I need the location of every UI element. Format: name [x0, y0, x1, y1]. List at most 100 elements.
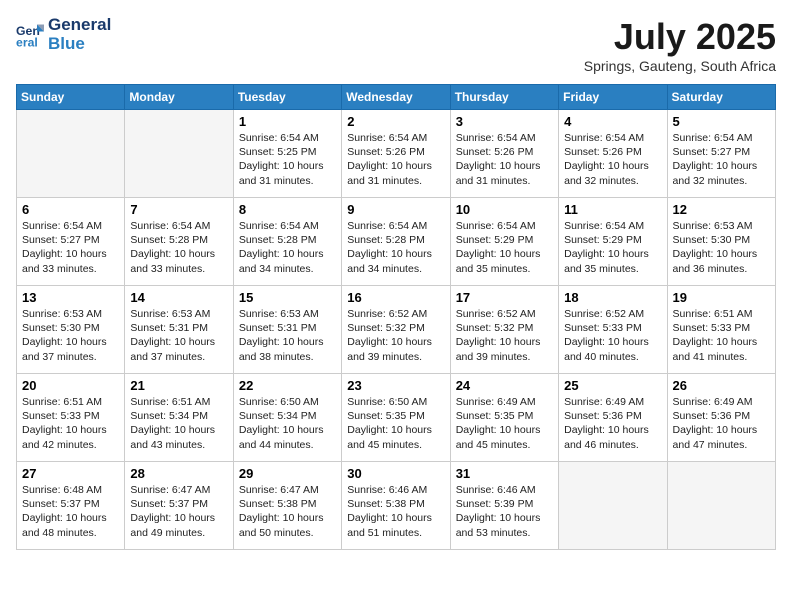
day-number: 13 — [22, 290, 119, 305]
calendar-cell: 19 Sunrise: 6:51 AMSunset: 5:33 PMDayligh… — [667, 286, 775, 374]
cell-info: Sunrise: 6:54 AMSunset: 5:27 PMDaylight:… — [673, 131, 770, 188]
day-number: 18 — [564, 290, 661, 305]
cell-info: Sunrise: 6:54 AMSunset: 5:26 PMDaylight:… — [347, 131, 444, 188]
cell-info: Sunrise: 6:54 AMSunset: 5:27 PMDaylight:… — [22, 219, 119, 276]
cell-info: Sunrise: 6:46 AMSunset: 5:38 PMDaylight:… — [347, 483, 444, 540]
week-row-1: 1Sunrise: 6:54 AMSunset: 5:25 PMDaylight… — [17, 110, 776, 198]
day-number: 9 — [347, 202, 444, 217]
day-number: 23 — [347, 378, 444, 393]
day-number: 11 — [564, 202, 661, 217]
cell-info: Sunrise: 6:46 AMSunset: 5:39 PMDaylight:… — [456, 483, 553, 540]
day-number: 12 — [673, 202, 770, 217]
day-number: 31 — [456, 466, 553, 481]
cell-info: Sunrise: 6:54 AMSunset: 5:28 PMDaylight:… — [239, 219, 336, 276]
calendar-cell: 30Sunrise: 6:46 AMSunset: 5:38 PMDayligh… — [342, 462, 450, 550]
logo-line2: Blue — [48, 35, 111, 54]
cell-info: Sunrise: 6:54 AMSunset: 5:25 PMDaylight:… — [239, 131, 336, 188]
cell-info: Sunrise: 6:52 AMSunset: 5:32 PMDaylight:… — [347, 307, 444, 364]
day-number: 15 — [239, 290, 336, 305]
cell-info: Sunrise: 6:51 AMSunset: 5:34 PMDaylight:… — [130, 395, 227, 452]
cell-info: Sunrise: 6:49 AMSunset: 5:36 PMDaylight:… — [564, 395, 661, 452]
calendar-cell: 9Sunrise: 6:54 AMSunset: 5:28 PMDaylight… — [342, 198, 450, 286]
cell-info: Sunrise: 6:54 AMSunset: 5:28 PMDaylight:… — [130, 219, 227, 276]
cell-info: Sunrise: 6:50 AMSunset: 5:35 PMDaylight:… — [347, 395, 444, 452]
col-header-monday: Monday — [125, 85, 233, 110]
calendar-cell: 14 Sunrise: 6:53 AMSunset: 5:31 PMDayligh… — [125, 286, 233, 374]
cell-info: Sunrise: 6:54 AMSunset: 5:29 PMDaylight:… — [564, 219, 661, 276]
calendar-cell: 21 Sunrise: 6:51 AMSunset: 5:34 PMDayligh… — [125, 374, 233, 462]
calendar-cell: 24 Sunrise: 6:49 AMSunset: 5:35 PMDayligh… — [450, 374, 558, 462]
page-header: Gen eral General Blue July 2025 Springs,… — [16, 16, 776, 74]
cell-info: Sunrise: 6:51 AMSunset: 5:33 PMDaylight:… — [22, 395, 119, 452]
col-header-sunday: Sunday — [17, 85, 125, 110]
week-row-3: 13Sunrise: 6:53 AMSunset: 5:30 PMDayligh… — [17, 286, 776, 374]
calendar-cell: 7Sunrise: 6:54 AMSunset: 5:28 PMDaylight… — [125, 198, 233, 286]
calendar-cell: 8 Sunrise: 6:54 AMSunset: 5:28 PMDaylight… — [233, 198, 341, 286]
day-number: 2 — [347, 114, 444, 129]
calendar-cell: 25Sunrise: 6:49 AMSunset: 5:36 PMDayligh… — [559, 374, 667, 462]
day-number: 26 — [673, 378, 770, 393]
calendar-table: SundayMondayTuesdayWednesdayThursdayFrid… — [16, 84, 776, 550]
calendar-cell: 27Sunrise: 6:48 AMSunset: 5:37 PMDayligh… — [17, 462, 125, 550]
cell-info: Sunrise: 6:53 AMSunset: 5:31 PMDaylight:… — [130, 307, 227, 364]
col-header-friday: Friday — [559, 85, 667, 110]
col-header-tuesday: Tuesday — [233, 85, 341, 110]
day-number: 16 — [347, 290, 444, 305]
logo: Gen eral General Blue — [16, 16, 111, 53]
cell-info: Sunrise: 6:49 AMSunset: 5:35 PMDaylight:… — [456, 395, 553, 452]
cell-info: Sunrise: 6:49 AMSunset: 5:36 PMDaylight:… — [673, 395, 770, 452]
calendar-cell: 22 Sunrise: 6:50 AMSunset: 5:34 PMDayligh… — [233, 374, 341, 462]
calendar-cell: 28 Sunrise: 6:47 AMSunset: 5:37 PMDayligh… — [125, 462, 233, 550]
calendar-cell: 16 Sunrise: 6:52 AMSunset: 5:32 PMDayligh… — [342, 286, 450, 374]
day-number: 20 — [22, 378, 119, 393]
week-row-5: 27Sunrise: 6:48 AMSunset: 5:37 PMDayligh… — [17, 462, 776, 550]
day-number: 19 — [673, 290, 770, 305]
calendar-cell: 3 Sunrise: 6:54 AMSunset: 5:26 PMDaylight… — [450, 110, 558, 198]
calendar-cell: 12 Sunrise: 6:53 AMSunset: 5:30 PMDayligh… — [667, 198, 775, 286]
day-number: 8 — [239, 202, 336, 217]
day-number: 24 — [456, 378, 553, 393]
week-row-4: 20 Sunrise: 6:51 AMSunset: 5:33 PMDayligh… — [17, 374, 776, 462]
logo-icon: Gen eral — [16, 21, 44, 49]
calendar-cell — [17, 110, 125, 198]
cell-info: Sunrise: 6:48 AMSunset: 5:37 PMDaylight:… — [22, 483, 119, 540]
day-number: 6 — [22, 202, 119, 217]
location-subtitle: Springs, Gauteng, South Africa — [584, 58, 776, 74]
week-row-2: 6 Sunrise: 6:54 AMSunset: 5:27 PMDaylight… — [17, 198, 776, 286]
cell-info: Sunrise: 6:50 AMSunset: 5:34 PMDaylight:… — [239, 395, 336, 452]
col-header-thursday: Thursday — [450, 85, 558, 110]
calendar-cell: 17Sunrise: 6:52 AMSunset: 5:32 PMDayligh… — [450, 286, 558, 374]
calendar-cell: 11 Sunrise: 6:54 AMSunset: 5:29 PMDayligh… — [559, 198, 667, 286]
calendar-cell: 23 Sunrise: 6:50 AMSunset: 5:35 PMDayligh… — [342, 374, 450, 462]
calendar-cell: 1Sunrise: 6:54 AMSunset: 5:25 PMDaylight… — [233, 110, 341, 198]
cell-info: Sunrise: 6:54 AMSunset: 5:29 PMDaylight:… — [456, 219, 553, 276]
col-header-saturday: Saturday — [667, 85, 775, 110]
day-number: 3 — [456, 114, 553, 129]
cell-info: Sunrise: 6:53 AMSunset: 5:31 PMDaylight:… — [239, 307, 336, 364]
day-number: 5 — [673, 114, 770, 129]
day-number: 29 — [239, 466, 336, 481]
day-number: 4 — [564, 114, 661, 129]
calendar-cell — [125, 110, 233, 198]
calendar-cell: 4 Sunrise: 6:54 AMSunset: 5:26 PMDaylight… — [559, 110, 667, 198]
day-number: 28 — [130, 466, 227, 481]
calendar-cell: 20 Sunrise: 6:51 AMSunset: 5:33 PMDayligh… — [17, 374, 125, 462]
calendar-cell: 29Sunrise: 6:47 AMSunset: 5:38 PMDayligh… — [233, 462, 341, 550]
title-block: July 2025 Springs, Gauteng, South Africa — [584, 16, 776, 74]
logo-line1: General — [48, 16, 111, 35]
cell-info: Sunrise: 6:54 AMSunset: 5:26 PMDaylight:… — [564, 131, 661, 188]
cell-info: Sunrise: 6:47 AMSunset: 5:37 PMDaylight:… — [130, 483, 227, 540]
calendar-cell: 31 Sunrise: 6:46 AMSunset: 5:39 PMDayligh… — [450, 462, 558, 550]
day-number: 14 — [130, 290, 227, 305]
calendar-cell: 5 Sunrise: 6:54 AMSunset: 5:27 PMDaylight… — [667, 110, 775, 198]
cell-info: Sunrise: 6:51 AMSunset: 5:33 PMDaylight:… — [673, 307, 770, 364]
cell-info: Sunrise: 6:53 AMSunset: 5:30 PMDaylight:… — [673, 219, 770, 276]
day-number: 22 — [239, 378, 336, 393]
cell-info: Sunrise: 6:54 AMSunset: 5:26 PMDaylight:… — [456, 131, 553, 188]
month-year-title: July 2025 — [584, 16, 776, 58]
cell-info: Sunrise: 6:52 AMSunset: 5:32 PMDaylight:… — [456, 307, 553, 364]
day-number: 21 — [130, 378, 227, 393]
calendar-cell: 2 Sunrise: 6:54 AMSunset: 5:26 PMDaylight… — [342, 110, 450, 198]
day-number: 10 — [456, 202, 553, 217]
cell-info: Sunrise: 6:52 AMSunset: 5:33 PMDaylight:… — [564, 307, 661, 364]
